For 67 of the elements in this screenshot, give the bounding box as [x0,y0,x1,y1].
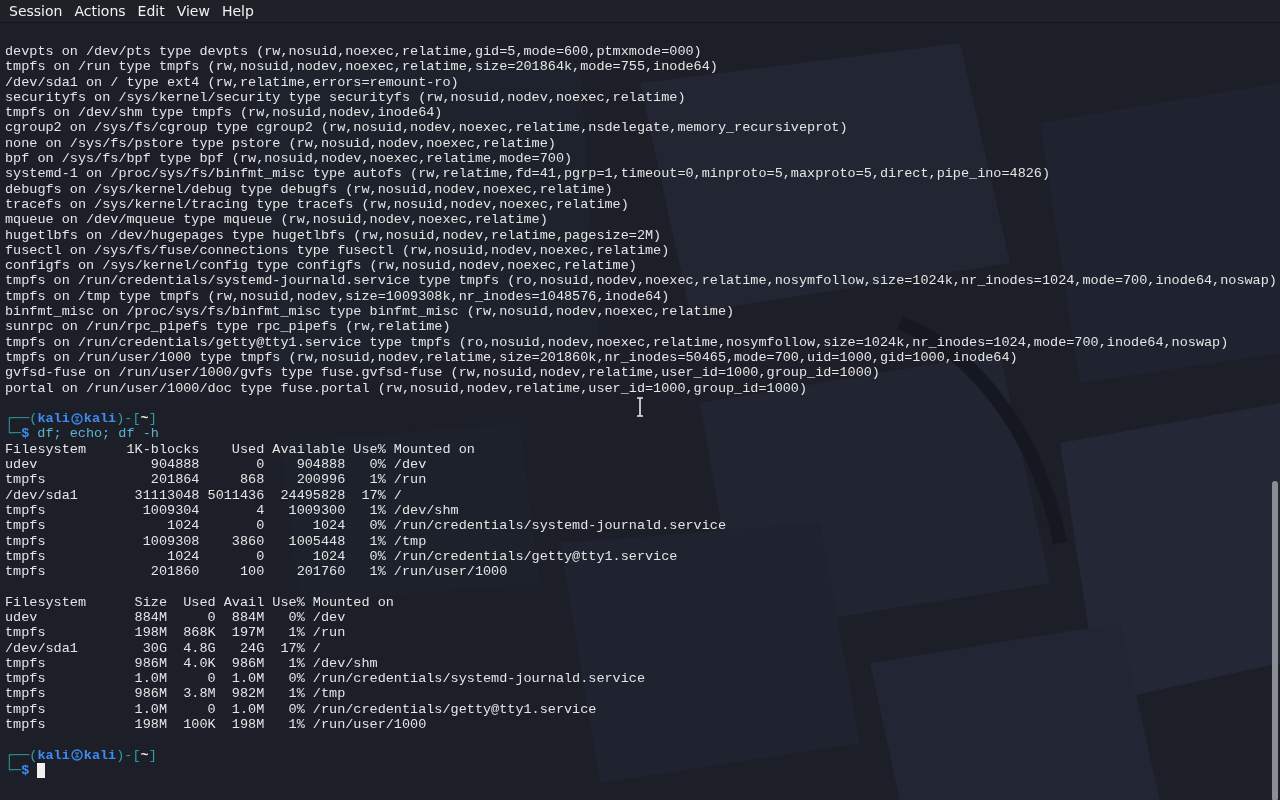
output-line: devpts on /dev/pts type devpts (rw,nosuid,noexec,relatime,gid=5,mode=600,ptmxmode=000) [5,44,702,60]
prompt-symbol: $ [21,762,30,779]
menu-item[interactable]: Actions [68,0,132,22]
output-line: /dev/sda1 on / type ext4 (rw,relatime,errors=remount-ro) [5,74,459,90]
user-name: kali [37,747,70,763]
output-line: tmpfs on /run/user/1000 type tmpfs (rw,nosuid,nodev,relatime,size=201860k,nr_inodes=50465,mode=700,uid=1000,gid=1000,inode64) [5,349,1018,366]
output-line: tmpfs 986M 3.8M 982M 1% /tmp [5,686,346,702]
output-line: securityfs on /sys/kernel/security type securityfs (rw,nosuid,nodev,noexec,relatime) [5,89,686,106]
output-line: tmpfs 1009304 4 1009300 1% /dev/shm [5,502,459,519]
output-line: configfs on /sys/kernel/config type configfs (rw,nosuid,nodev,noexec,relatime) [5,258,637,274]
user-name: kali [37,411,70,427]
output-line: tmpfs 1024 0 1024 0% /run/credentials/getty@tty1.service [5,548,678,565]
output-line: cgroup2 on /sys/fs/cgroup type cgroup2 (rw,nosuid,nodev,noexec,relatime,nsdelegate,memory_recursiveprot) [5,120,848,136]
output-line: tmpfs on /run/credentials/getty@tty1.service type tmpfs (ro,nosuid,nodev,noexec,relatime,nosymfollow,size=1024k,nr_inodes=1024,mode=700,inode64,noswap) [5,334,1229,350]
output-line: tmpfs on /run/credentials/systemd-journald.service type tmpfs (ro,nosuid,nodev,noexec,relatime,nosymfollow,size=1024k,nr_inodes=1024,mode=700,inode64,noswap) [5,273,1277,289]
output-line: Filesystem Size Used Avail Use% Mounted on [5,594,394,610]
output-line: tmpfs 1024 0 1024 0% /run/credentials/systemd-journald.service [5,518,727,534]
host-name: kali [83,411,117,427]
output-line: hugetlbfs on /dev/hugepages type hugetlbfs (rw,nosuid,nodev,relatime,pagesize=2M) [5,227,662,243]
output-line: tmpfs 201860 100 201760 1% /run/user/1000 [5,564,508,580]
menu-item[interactable]: Session [3,0,69,22]
output-line: tmpfs on /run type tmpfs (rw,nosuid,nodev,noexec,relatime,size=201864k,mode=755,inode64) [5,59,718,75]
output-line: tmpfs 1.0M 0 1.0M 0% /run/credentials/systemd-journald.service [5,671,645,687]
prompt-corner: └─ [5,762,22,779]
output-line: tracefs on /sys/kernel/tracing type tracefs (rw,nosuid,nodev,noexec,relatime) [5,196,629,213]
output-line: tmpfs 1009308 3860 1005448 1% /tmp [5,533,427,549]
prompt-bracket: ┌──( [5,747,38,763]
output-line: bpf on /sys/fs/bpf type bpf (rw,nosuid,nodev,noexec,relatime,mode=700) [5,151,573,167]
menu-item[interactable]: Edit [131,0,171,22]
output-line: tmpfs 1.0M 0 1.0M 0% /run/credentials/getty@tty1.service [5,701,597,718]
circle-mark-icon [70,749,83,762]
command-text: df; echo; df -h [37,426,159,442]
output-line: Filesystem 1K-blocks Used Available Use% Mounted on [5,441,475,457]
output-line: debugfs on /sys/kernel/debug type debugfs (rw,nosuid,nodev,noexec,relatime) [5,181,613,197]
output-line: sunrpc on /run/rpc_pipefs type rpc_pipefs (rw,relatime) [5,319,451,335]
output-line: /dev/sda1 30G 4.8G 24G 17% / [5,640,321,656]
output-line: gvfsd-fuse on /run/user/1000/gvfs type fuse.gvfsd-fuse (rw,nosuid,nodev,relatime,user_id=1000,group_id=1000) [5,365,880,381]
output-line: tmpfs 198M 100K 198M 1% /run/user/1000 [5,717,427,733]
directory: ~ [140,411,149,427]
output-line: tmpfs 986M 4.0K 986M 1% /dev/shm [5,655,378,672]
prompt-corner: └─ [5,426,22,442]
circle-mark-icon [70,412,83,425]
text-cursor-icon [634,397,646,417]
prompt-bracket: ] [148,411,157,427]
output-line: tmpfs on /tmp type tmpfs (rw,nosuid,nodev,size=1009308k,nr_inodes=1048576,inode64) [5,288,670,305]
scrollbar-thumb[interactable] [1272,481,1278,800]
output-line: tmpfs on /dev/shm type tmpfs (rw,nosuid,nodev,inode64) [5,105,443,121]
prompt-bracket: ┌──( [5,411,38,427]
menu-item[interactable]: Help [215,0,260,22]
output-line: fusectl on /sys/fs/fuse/connections type fusectl (rw,nosuid,nodev,noexec,relatime) [5,242,670,259]
prompt-bracket: )-[ [116,411,141,427]
output-line: none on /sys/fs/pstore type pstore (rw,nosuid,nodev,noexec,relatime) [5,135,556,152]
prompt-bracket: )-[ [116,747,141,763]
prompt-symbol: $ [21,426,30,442]
output-line: mqueue on /dev/mqueue type mqueue (rw,nosuid,nodev,noexec,relatime) [5,212,548,228]
prompt-bracket: ] [148,747,157,763]
output-line: tmpfs 198M 868K 197M 1% /run [5,625,346,641]
menu-item[interactable]: View [170,0,216,22]
output-line: /dev/sda1 31113048 5011436 24495828 17% / [5,487,402,503]
directory: ~ [140,747,149,763]
output-line: binfmt_misc on /proc/sys/fs/binfmt_misc type binfmt_misc (rw,nosuid,nodev,noexec,relatime) [5,304,735,320]
output-line: portal on /run/user/1000/doc type fuse.portal (rw,nosuid,nodev,relatime,user_id=1000,group_id=1000) [5,380,808,396]
output-line: udev 884M 0 884M 0% /dev [5,610,346,626]
host-name: kali [83,747,117,763]
output-line: udev 904888 0 904888 0% /dev [5,457,427,473]
output-line: tmpfs 201864 868 200996 1% /run [5,472,427,488]
output-line: systemd-1 on /proc/sys/fs/binfmt_misc type autofs (rw,relatime,fd=41,pgrp=1,timeout=0,minproto=5,maxproto=5,direct,pipe_ino=4826) [5,166,1051,182]
